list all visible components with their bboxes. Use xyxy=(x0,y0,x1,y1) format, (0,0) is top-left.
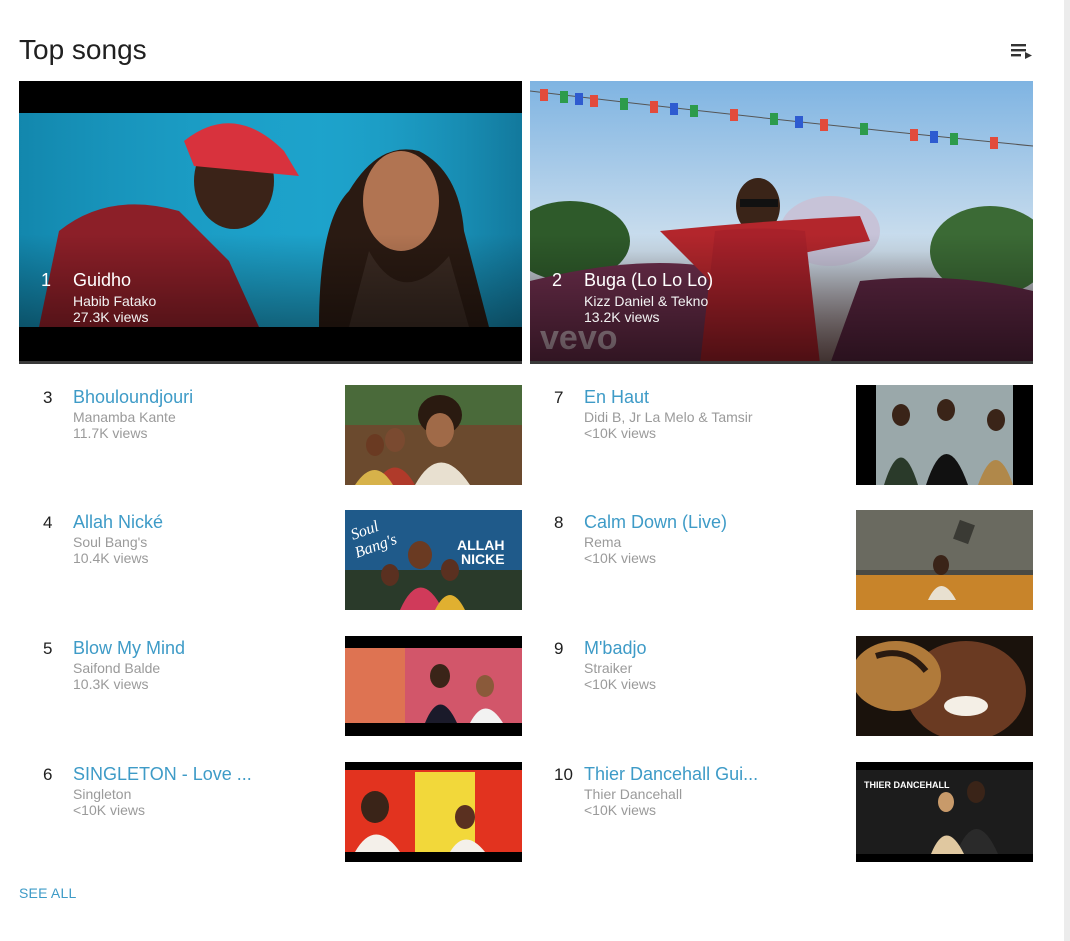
song-row-10[interactable]: 10 Thier Dancehall Gui... Thier Dancehal… xyxy=(530,762,1033,862)
song-title[interactable]: Calm Down (Live) xyxy=(584,512,727,533)
song-row-8[interactable]: 8 Calm Down (Live) Rema <10K views xyxy=(530,510,1033,610)
song-artist: Didi B, Jr La Melo & Tamsir xyxy=(584,409,753,425)
song-views: <10K views xyxy=(584,802,656,818)
song-title[interactable]: M'badjo xyxy=(584,638,646,659)
featured-views: 27.3K views xyxy=(73,309,149,325)
song-artist: Singleton xyxy=(73,786,132,802)
song-thumbnail[interactable] xyxy=(856,510,1033,610)
song-views: <10K views xyxy=(73,802,145,818)
song-thumbnail[interactable] xyxy=(345,636,522,736)
featured-artist: Habib Fatako xyxy=(73,293,157,309)
song-rank: 6 xyxy=(43,765,53,784)
song-artist: Manamba Kante xyxy=(73,409,176,425)
song-row-5[interactable]: 5 Blow My Mind Saifond Balde 10.3K views xyxy=(19,636,522,736)
section-header: Top songs xyxy=(19,30,1033,70)
playlist-play-icon[interactable] xyxy=(1011,42,1033,60)
song-artist: Rema xyxy=(584,534,622,550)
song-thumbnail[interactable]: THIER DANCEHALL xyxy=(856,762,1033,862)
song-rank: 3 xyxy=(43,388,53,407)
song-rank: 9 xyxy=(554,639,564,658)
song-rank: 7 xyxy=(554,388,564,407)
featured-progress xyxy=(19,361,522,364)
see-all-link[interactable]: SEE ALL xyxy=(19,885,76,901)
song-row-4[interactable]: 4 Allah Nické Soul Bang's 10.4K views So… xyxy=(19,510,522,610)
featured-song-2[interactable]: vevo 2 Buga (Lo Lo Lo) Kizz Daniel & Tek… xyxy=(530,81,1033,364)
song-thumbnail[interactable] xyxy=(856,385,1033,485)
song-artist: Soul Bang's xyxy=(73,534,148,550)
featured-rank: 2 xyxy=(552,270,563,290)
svg-text:THIER DANCEHALL: THIER DANCEHALL xyxy=(864,780,950,790)
featured-title[interactable]: Guidho xyxy=(73,270,131,291)
song-views: 11.7K views xyxy=(73,425,148,441)
song-thumbnail[interactable] xyxy=(345,385,522,485)
song-views: 10.4K views xyxy=(73,550,149,566)
song-title[interactable]: Bhouloundjouri xyxy=(73,387,193,408)
song-rank: 5 xyxy=(43,639,53,658)
song-views: <10K views xyxy=(584,676,656,692)
song-title[interactable]: Allah Nické xyxy=(73,512,163,533)
featured-rank: 1 xyxy=(41,270,52,290)
song-title[interactable]: SINGLETON - Love ... xyxy=(73,764,252,785)
song-title[interactable]: Thier Dancehall Gui... xyxy=(584,764,758,785)
song-artist: Thier Dancehall xyxy=(584,786,683,802)
song-title[interactable]: Blow My Mind xyxy=(73,638,185,659)
featured-artist: Kizz Daniel & Tekno xyxy=(584,293,709,309)
song-row-7[interactable]: 7 En Haut Didi B, Jr La Melo & Tamsir <1… xyxy=(530,385,1033,485)
song-row-6[interactable]: 6 SINGLETON - Love ... Singleton <10K vi… xyxy=(19,762,522,862)
song-rank: 8 xyxy=(554,513,564,532)
section-title: Top songs xyxy=(19,34,147,65)
song-artist: Saifond Balde xyxy=(73,660,161,676)
featured-title[interactable]: Buga (Lo Lo Lo) xyxy=(584,270,713,291)
scroll-edge xyxy=(1064,0,1070,941)
featured-song-1[interactable]: 1 Guidho Habib Fatako 27.3K views xyxy=(19,81,522,364)
song-rank: 4 xyxy=(43,513,53,532)
song-views: 10.3K views xyxy=(73,676,149,692)
song-views: <10K views xyxy=(584,550,656,566)
svg-text:NICKE: NICKE xyxy=(461,551,505,567)
song-thumbnail[interactable]: Soul Bang's ALLAH NICKE xyxy=(345,510,522,610)
song-thumbnail[interactable] xyxy=(856,636,1033,736)
song-thumbnail[interactable] xyxy=(345,762,522,862)
featured-views: 13.2K views xyxy=(584,309,660,325)
song-views: <10K views xyxy=(584,425,656,441)
song-title[interactable]: En Haut xyxy=(584,387,649,408)
featured-progress xyxy=(530,361,1033,364)
song-row-3[interactable]: 3 Bhouloundjouri Manamba Kante 11.7K vie… xyxy=(19,385,522,485)
song-artist: Straiker xyxy=(584,660,633,676)
song-row-9[interactable]: 9 M'badjo Straiker <10K views xyxy=(530,636,1033,736)
song-rank: 10 xyxy=(554,765,573,784)
